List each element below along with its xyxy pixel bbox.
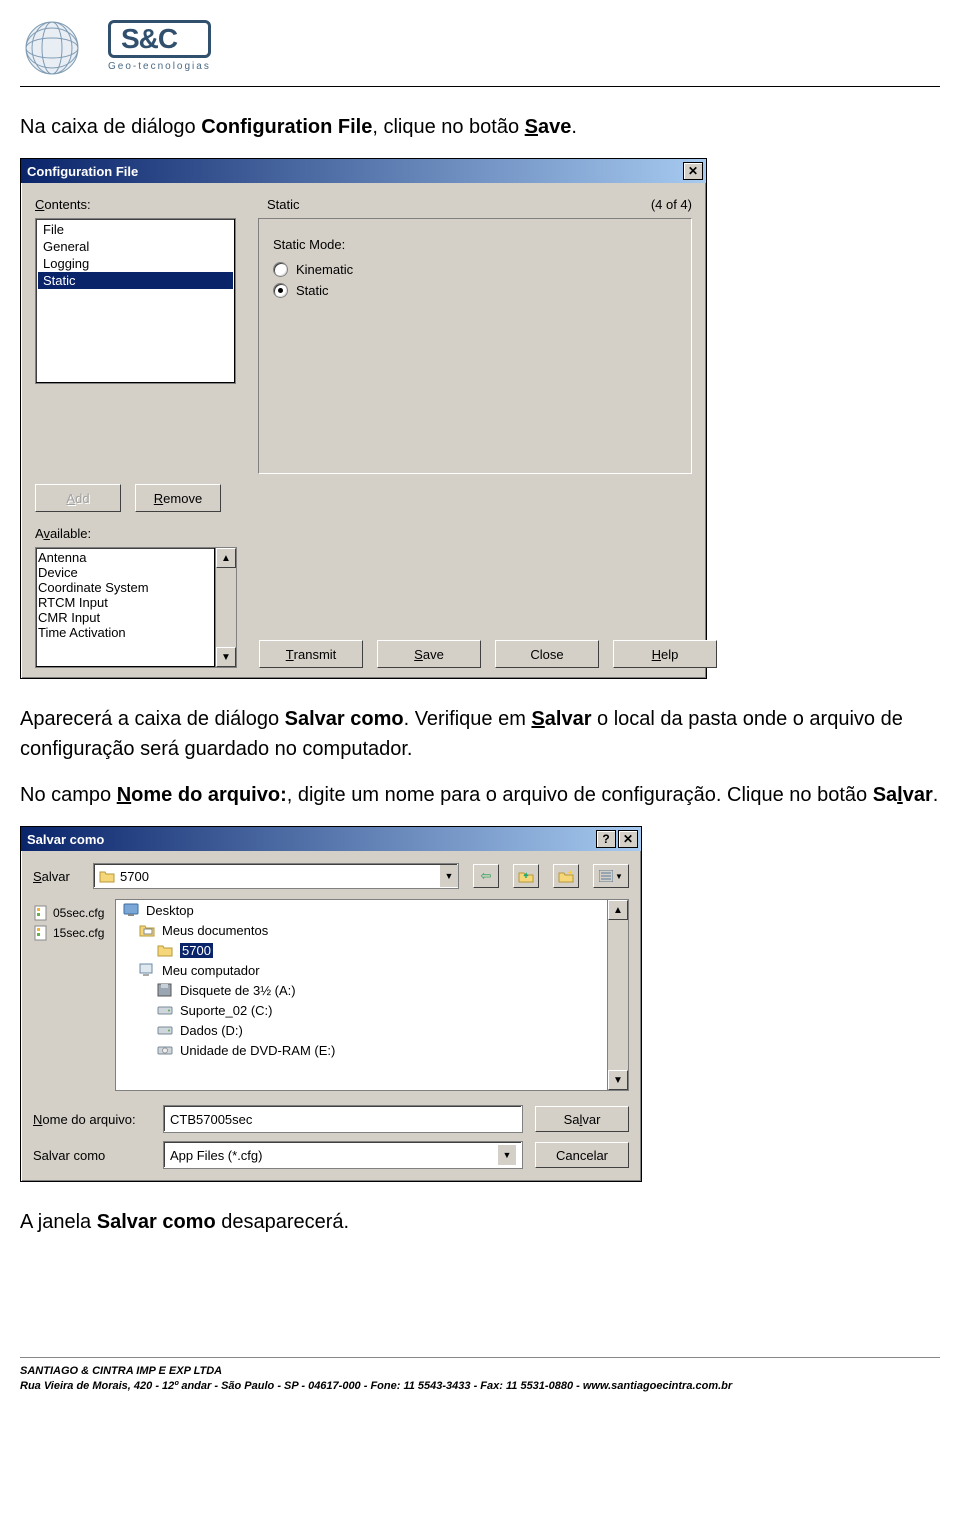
dialog-titlebar: Salvar como ? ✕ bbox=[21, 827, 641, 851]
desktop-icon bbox=[122, 902, 140, 918]
tree-item[interactable]: Meus documentos bbox=[116, 920, 607, 940]
filetype-label: Salvar como bbox=[33, 1148, 151, 1163]
contents-label: Contents: bbox=[35, 197, 91, 212]
cfg-file-icon bbox=[33, 905, 49, 921]
filetype-combo[interactable]: App Files (*.cfg)▼ bbox=[163, 1141, 523, 1169]
globe-icon bbox=[20, 20, 100, 76]
configuration-file-dialog: Configuration File ✕ Contents: Static (4… bbox=[20, 158, 707, 679]
tree-item[interactable]: Meu computador bbox=[116, 960, 607, 980]
salvar-label: Salvar bbox=[33, 869, 83, 884]
dialog-titlebar: Configuration File ✕ bbox=[21, 159, 706, 183]
static-mode-group: Static Mode: Kinematic Static bbox=[258, 218, 692, 474]
counter-label: (4 of 4) bbox=[651, 197, 692, 212]
list-item[interactable]: Coordinate System bbox=[38, 580, 213, 595]
tree-item-selected[interactable]: 5700 bbox=[116, 940, 607, 960]
view-menu-icon[interactable]: ▼ bbox=[593, 864, 629, 888]
radio-static[interactable]: Static bbox=[273, 283, 677, 298]
left-file-column: 05sec.cfg 15sec.cfg bbox=[33, 899, 115, 1091]
radio-kinematic[interactable]: Kinematic bbox=[273, 262, 677, 277]
documents-icon bbox=[138, 922, 156, 938]
list-item[interactable]: General bbox=[38, 238, 233, 255]
available-label: Available: bbox=[35, 526, 91, 541]
save-as-dialog: Salvar como ? ✕ Salvar 5700 ▼ ⇦ bbox=[20, 826, 642, 1182]
contents-list[interactable]: File General Logging Static bbox=[35, 218, 236, 384]
list-item[interactable]: Logging bbox=[38, 255, 233, 272]
list-item[interactable]: Antenna bbox=[38, 550, 213, 565]
company-logo: S&C Geo-tecnologias bbox=[20, 20, 940, 76]
save-button[interactable]: Save bbox=[377, 640, 481, 668]
save-button[interactable]: Salvar bbox=[535, 1106, 629, 1132]
instruction-p2: Aparecerá a caixa de diálogo Salvar como… bbox=[20, 704, 940, 764]
drive-icon bbox=[156, 1022, 174, 1038]
scroll-up-icon[interactable]: ▲ bbox=[216, 548, 236, 568]
footer-divider bbox=[20, 1357, 940, 1358]
cancel-button[interactable]: Cancelar bbox=[535, 1142, 629, 1168]
dialog-title: Configuration File bbox=[27, 164, 138, 179]
close-button[interactable]: Close bbox=[495, 640, 599, 668]
folder-tree[interactable]: Desktop Meus documentos 5700 Meu computa… bbox=[115, 899, 608, 1091]
list-item[interactable]: File bbox=[38, 221, 233, 238]
back-icon[interactable]: ⇦ bbox=[473, 864, 499, 888]
computer-icon bbox=[138, 962, 156, 978]
instruction-p4: A janela Salvar como desaparecerá. bbox=[20, 1207, 940, 1237]
file-item[interactable]: 15sec.cfg bbox=[33, 923, 115, 943]
chevron-down-icon[interactable]: ▼ bbox=[497, 1145, 516, 1165]
transmit-button[interactable]: Transmit bbox=[259, 640, 363, 668]
folder-icon bbox=[156, 942, 174, 958]
file-item[interactable]: 05sec.cfg bbox=[33, 903, 115, 923]
scroll-down-icon[interactable]: ▼ bbox=[216, 647, 236, 667]
scrollbar[interactable]: ▲ ▼ bbox=[608, 899, 629, 1091]
tree-item[interactable]: Suporte_02 (C:) bbox=[116, 1000, 607, 1020]
scroll-down-icon[interactable]: ▼ bbox=[608, 1070, 628, 1090]
list-item[interactable]: Time Activation bbox=[38, 625, 213, 640]
filename-input[interactable]: CTB57005sec bbox=[163, 1105, 523, 1133]
drive-icon bbox=[156, 1002, 174, 1018]
dialog-title: Salvar como bbox=[27, 832, 104, 847]
instruction-p1: Na caixa de diálogo Configuration File, … bbox=[20, 112, 940, 142]
close-icon[interactable]: ✕ bbox=[618, 830, 638, 848]
list-item[interactable]: RTCM Input bbox=[38, 595, 213, 610]
scrollbar[interactable]: ▲ ▼ bbox=[216, 547, 237, 668]
chevron-down-icon[interactable]: ▼ bbox=[439, 865, 458, 887]
instruction-p3: No campo Nome do arquivo:, digite um nom… bbox=[20, 780, 940, 810]
tree-item[interactable]: Unidade de DVD-RAM (E:) bbox=[116, 1040, 607, 1060]
folder-icon bbox=[98, 867, 116, 885]
filename-label: Nome do arquivo: bbox=[33, 1112, 151, 1127]
help-button[interactable]: Help bbox=[613, 640, 717, 668]
add-button[interactable]: Add bbox=[35, 484, 121, 512]
tree-item[interactable]: Desktop bbox=[116, 900, 607, 920]
logo-name: S&C bbox=[108, 20, 211, 58]
tree-item[interactable]: Dados (D:) bbox=[116, 1020, 607, 1040]
close-icon[interactable]: ✕ bbox=[683, 162, 703, 180]
remove-button[interactable]: Remove bbox=[135, 484, 221, 512]
cfg-file-icon bbox=[33, 925, 49, 941]
list-item-selected[interactable]: Static bbox=[38, 272, 233, 289]
location-combo[interactable]: 5700 ▼ bbox=[93, 863, 459, 889]
up-folder-icon[interactable] bbox=[513, 864, 539, 888]
help-icon[interactable]: ? bbox=[596, 830, 616, 848]
scroll-up-icon[interactable]: ▲ bbox=[608, 900, 628, 920]
logo-subtitle: Geo-tecnologias bbox=[108, 61, 211, 72]
tree-item[interactable]: Disquete de 3½ (A:) bbox=[116, 980, 607, 1000]
page-footer: SANTIAGO & CINTRA IMP E EXP LTDA Rua Vie… bbox=[20, 1364, 940, 1405]
new-folder-icon[interactable] bbox=[553, 864, 579, 888]
header-divider bbox=[20, 86, 940, 87]
available-list[interactable]: Antenna Device Coordinate System RTCM In… bbox=[35, 547, 216, 668]
static-label: Static bbox=[267, 197, 300, 212]
list-item[interactable]: CMR Input bbox=[38, 610, 213, 625]
list-item[interactable]: Device bbox=[38, 565, 213, 580]
floppy-icon bbox=[156, 982, 174, 998]
static-mode-label: Static Mode: bbox=[273, 237, 677, 252]
dvd-drive-icon bbox=[156, 1042, 174, 1058]
